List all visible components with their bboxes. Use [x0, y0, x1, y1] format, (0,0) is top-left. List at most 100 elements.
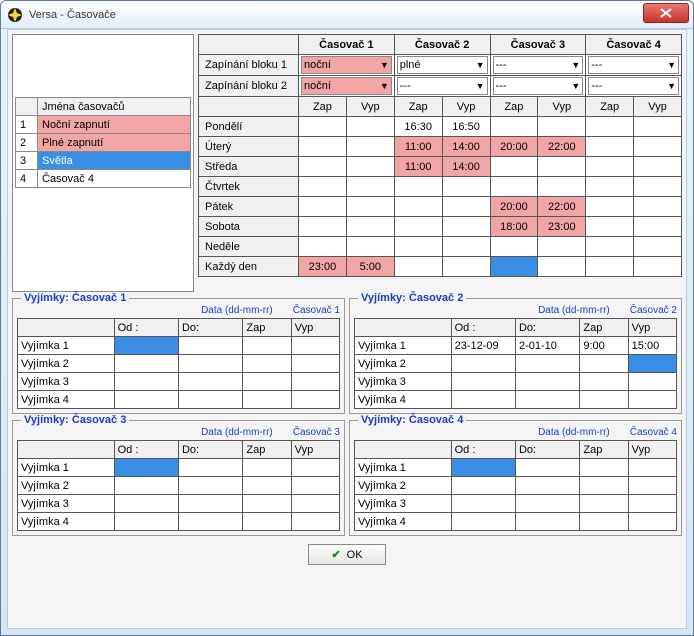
- schedule-cell[interactable]: [586, 137, 634, 157]
- exception-cell[interactable]: [515, 355, 579, 373]
- schedule-cell[interactable]: 16:50: [442, 117, 490, 137]
- exception-cell[interactable]: [451, 355, 515, 373]
- exception-cell[interactable]: [515, 477, 579, 495]
- exception-cell[interactable]: [114, 495, 178, 513]
- schedule-cell[interactable]: [346, 177, 394, 197]
- schedule-cell[interactable]: 23:00: [538, 217, 586, 237]
- exception-cell[interactable]: [243, 391, 291, 409]
- schedule-cell[interactable]: [442, 177, 490, 197]
- schedule-cell[interactable]: [442, 197, 490, 217]
- exception-cell[interactable]: [114, 391, 178, 409]
- timer-row-label[interactable]: Plné zapnutí: [38, 134, 191, 152]
- schedule-cell[interactable]: [394, 217, 442, 237]
- block-select[interactable]: ---▼: [493, 56, 584, 74]
- schedule-cell[interactable]: 14:00: [442, 157, 490, 177]
- exception-cell[interactable]: [580, 355, 628, 373]
- schedule-cell[interactable]: [299, 177, 347, 197]
- exception-cell[interactable]: [628, 391, 676, 409]
- schedule-cell[interactable]: [586, 157, 634, 177]
- schedule-cell[interactable]: [538, 117, 586, 137]
- schedule-cell[interactable]: [346, 137, 394, 157]
- exception-cell[interactable]: [628, 459, 676, 477]
- exception-cell[interactable]: [580, 459, 628, 477]
- exception-cell[interactable]: [580, 495, 628, 513]
- exception-cell[interactable]: [114, 373, 178, 391]
- exception-cell[interactable]: [243, 495, 291, 513]
- schedule-cell[interactable]: 11:00: [394, 137, 442, 157]
- block-select[interactable]: noční▼: [301, 56, 392, 74]
- exception-cell[interactable]: [580, 391, 628, 409]
- schedule-cell[interactable]: [586, 177, 634, 197]
- exception-cell[interactable]: 2-01-10: [515, 337, 579, 355]
- schedule-cell[interactable]: [586, 217, 634, 237]
- schedule-cell[interactable]: [394, 257, 442, 277]
- exception-cell[interactable]: [291, 373, 339, 391]
- exception-cell[interactable]: 15:00: [628, 337, 676, 355]
- exception-cell[interactable]: [178, 495, 242, 513]
- exception-cell[interactable]: [291, 459, 339, 477]
- schedule-cell[interactable]: [634, 217, 682, 237]
- schedule-cell[interactable]: [394, 177, 442, 197]
- schedule-cell[interactable]: 14:00: [442, 137, 490, 157]
- exception-cell[interactable]: [580, 477, 628, 495]
- exception-cell[interactable]: [451, 459, 515, 477]
- timer-row-label[interactable]: Časovač 4: [38, 170, 191, 188]
- schedule-cell[interactable]: [299, 117, 347, 137]
- schedule-cell[interactable]: [490, 257, 538, 277]
- exception-cell[interactable]: [243, 373, 291, 391]
- exception-cell[interactable]: [291, 355, 339, 373]
- schedule-cell[interactable]: [634, 257, 682, 277]
- exception-cell[interactable]: [451, 391, 515, 409]
- exception-cell[interactable]: [114, 355, 178, 373]
- schedule-cell[interactable]: [490, 117, 538, 137]
- schedule-cell[interactable]: 20:00: [490, 197, 538, 217]
- schedule-cell[interactable]: 11:00: [394, 157, 442, 177]
- exception-cell[interactable]: [243, 513, 291, 531]
- ok-button[interactable]: ✔ OK: [308, 544, 385, 565]
- schedule-cell[interactable]: [586, 237, 634, 257]
- exception-cell[interactable]: [628, 355, 676, 373]
- schedule-cell[interactable]: 23:00: [299, 257, 347, 277]
- block-select[interactable]: ---▼: [493, 77, 584, 95]
- schedule-cell[interactable]: 16:30: [394, 117, 442, 137]
- exception-cell[interactable]: [515, 495, 579, 513]
- schedule-cell[interactable]: [538, 257, 586, 277]
- schedule-cell[interactable]: 20:00: [490, 137, 538, 157]
- exception-cell[interactable]: [451, 495, 515, 513]
- exception-cell[interactable]: 23-12-09: [451, 337, 515, 355]
- exception-cell[interactable]: [291, 477, 339, 495]
- exception-cell[interactable]: [291, 391, 339, 409]
- schedule-cell[interactable]: [299, 237, 347, 257]
- exception-cell[interactable]: [515, 373, 579, 391]
- schedule-cell[interactable]: 22:00: [538, 197, 586, 217]
- exception-cell[interactable]: [178, 373, 242, 391]
- close-button[interactable]: [643, 3, 689, 23]
- schedule-cell[interactable]: [490, 177, 538, 197]
- schedule-cell[interactable]: [394, 197, 442, 217]
- exception-cell[interactable]: [515, 459, 579, 477]
- exception-cell[interactable]: [451, 513, 515, 531]
- schedule-cell[interactable]: [442, 237, 490, 257]
- block-select[interactable]: plné▼: [397, 56, 488, 74]
- schedule-cell[interactable]: [586, 197, 634, 217]
- exception-cell[interactable]: [628, 477, 676, 495]
- schedule-cell[interactable]: [538, 157, 586, 177]
- exception-cell[interactable]: [243, 477, 291, 495]
- schedule-cell[interactable]: [346, 197, 394, 217]
- schedule-cell[interactable]: [346, 217, 394, 237]
- timer-row-label[interactable]: Noční zapnutí: [38, 116, 191, 134]
- exception-cell[interactable]: [515, 391, 579, 409]
- exception-cell[interactable]: [580, 373, 628, 391]
- exception-cell[interactable]: [114, 337, 178, 355]
- exception-cell[interactable]: [178, 337, 242, 355]
- schedule-cell[interactable]: [586, 117, 634, 137]
- schedule-cell[interactable]: [634, 197, 682, 217]
- schedule-cell[interactable]: [586, 257, 634, 277]
- schedule-cell[interactable]: [442, 217, 490, 237]
- block-select[interactable]: ---▼: [397, 77, 488, 95]
- exception-cell[interactable]: [628, 513, 676, 531]
- schedule-cell[interactable]: [634, 137, 682, 157]
- block-select[interactable]: ---▼: [588, 56, 679, 74]
- schedule-cell[interactable]: [299, 217, 347, 237]
- schedule-cell[interactable]: [538, 237, 586, 257]
